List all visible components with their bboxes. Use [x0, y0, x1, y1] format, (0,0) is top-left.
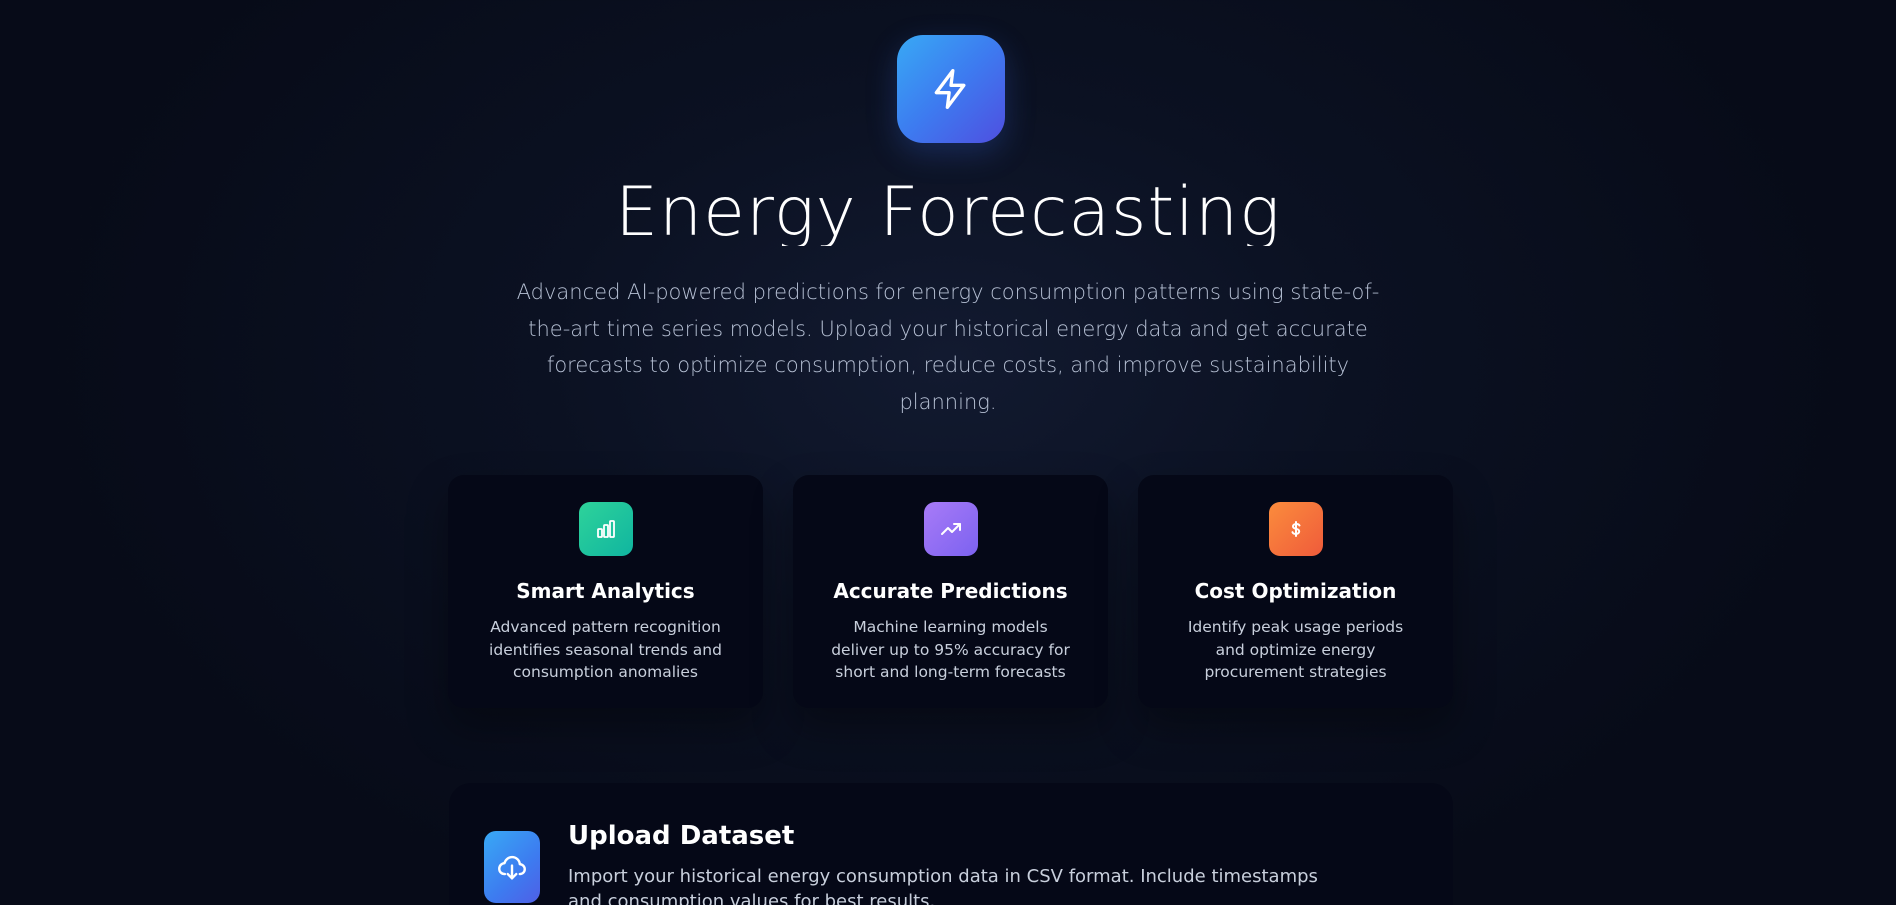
lightning-bolt-icon — [897, 35, 1005, 143]
bar-chart-icon — [578, 502, 633, 556]
upload-title: Upload Dataset — [568, 821, 795, 851]
trending-up-icon — [923, 502, 978, 556]
feature-card-accurate-predictions: Accurate Predictions Machine learning mo… — [793, 475, 1108, 708]
feature-title: Smart Analytics — [516, 579, 695, 603]
feature-title: Cost Optimization — [1194, 579, 1397, 603]
page-title: Energy Forecasting — [615, 173, 1281, 246]
dollar-sign-icon — [1268, 502, 1323, 556]
feature-card-smart-analytics: Smart Analytics Advanced pattern recogni… — [448, 475, 763, 708]
feature-description: Identify peak usage periods and optimize… — [1187, 618, 1404, 681]
feature-description: Advanced pattern recognition identifies … — [489, 618, 722, 681]
upload-dataset-card[interactable]: Upload Dataset Import your historical en… — [449, 783, 1453, 905]
feature-description: Machine learning models deliver up to 95… — [831, 618, 1070, 681]
feature-title: Accurate Predictions — [833, 579, 1068, 603]
hero-description: Advanced AI-powered predictions for ener… — [516, 280, 1380, 414]
feature-card-cost-optimization: Cost Optimization Identify peak usage pe… — [1138, 475, 1453, 708]
cloud-download-icon — [484, 831, 540, 903]
upload-description: Import your historical energy consumptio… — [568, 866, 1318, 905]
